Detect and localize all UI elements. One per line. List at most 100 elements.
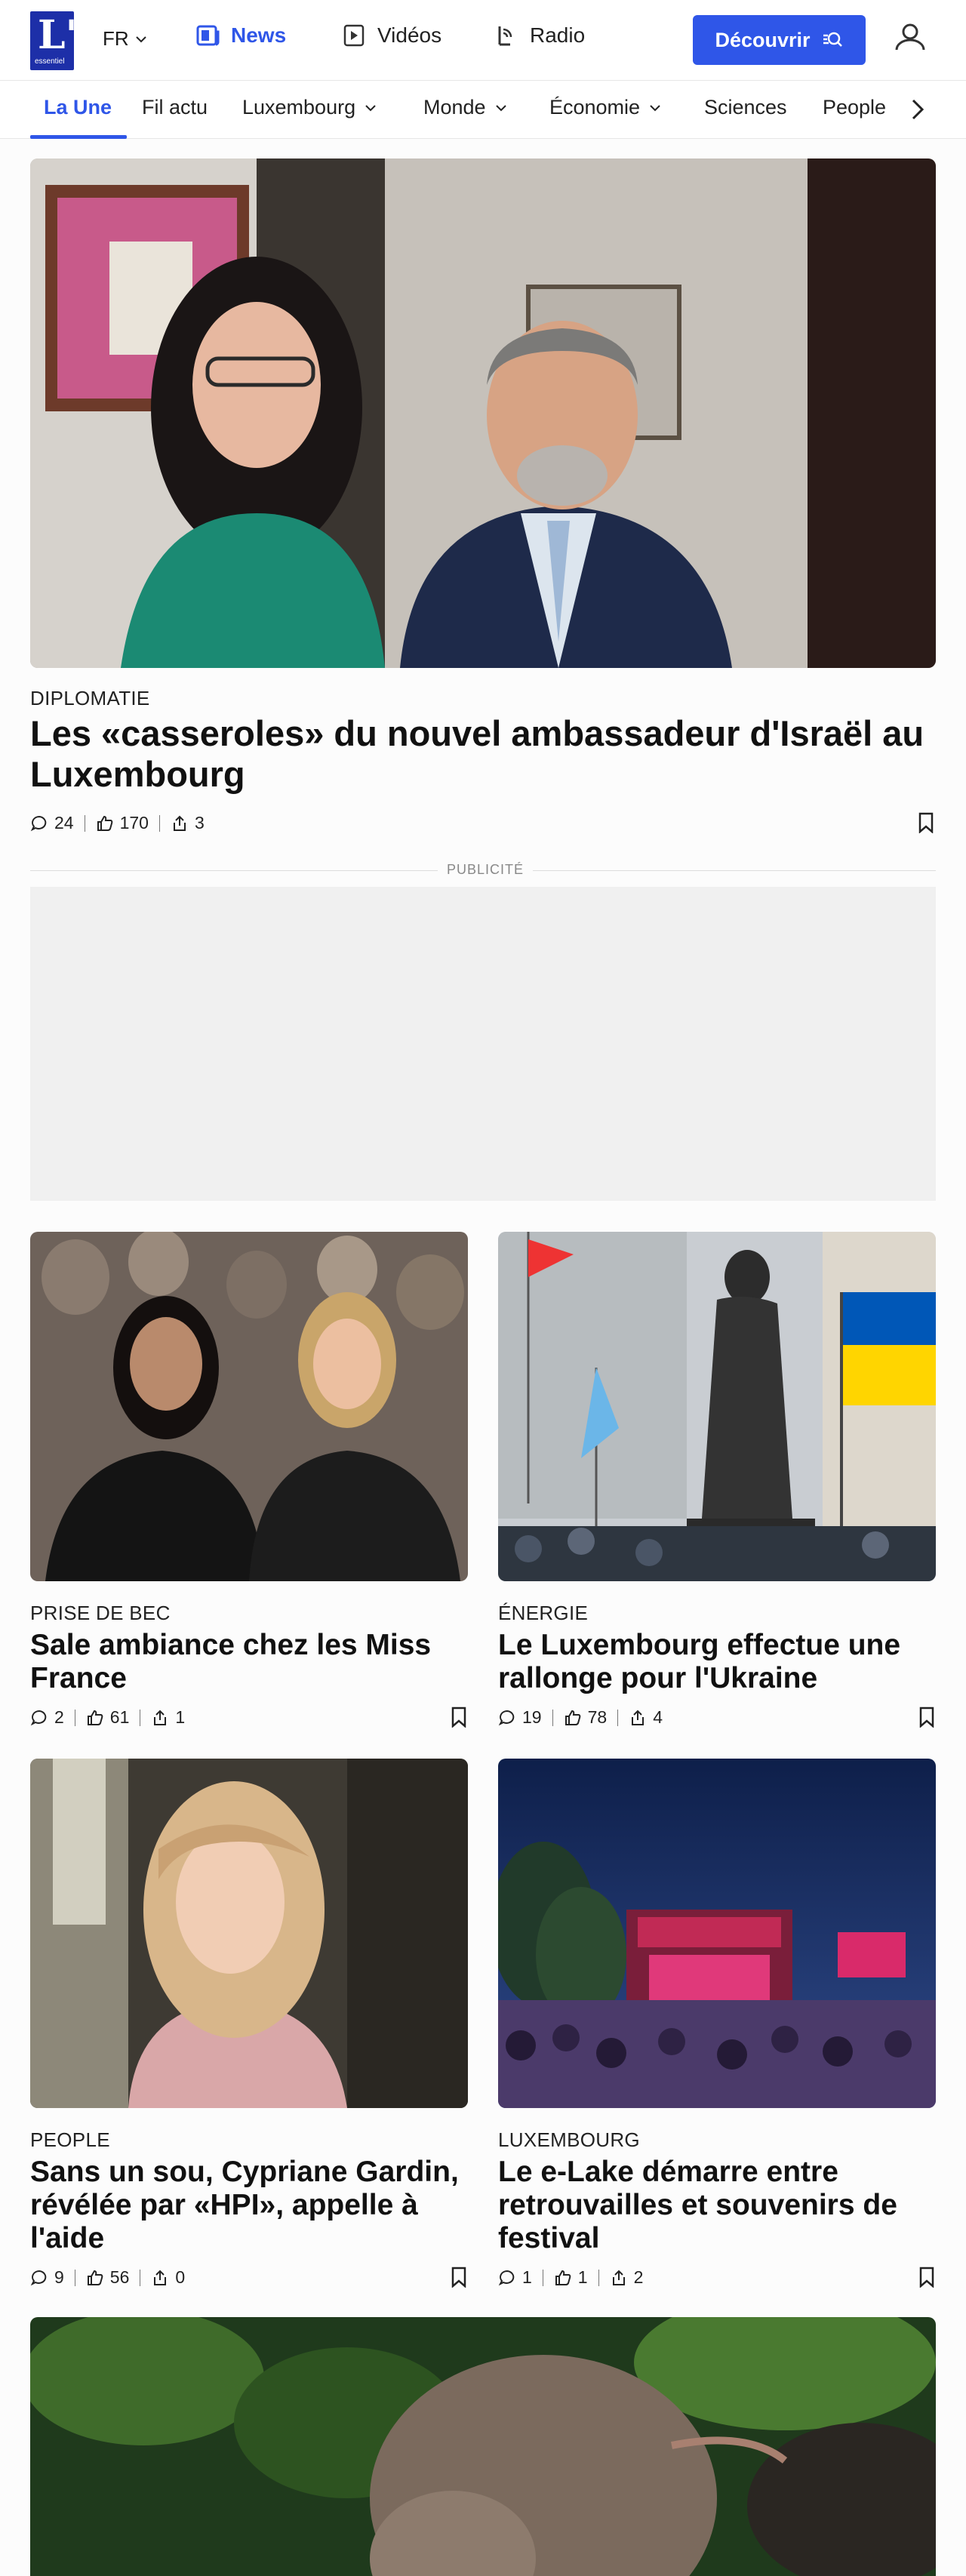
language-selector[interactable]: FR: [103, 27, 149, 51]
bookmark-icon[interactable]: [918, 812, 934, 833]
article-stats: 2 61 1: [30, 1707, 185, 1728]
likes-value: 1: [577, 2267, 588, 2287]
share-icon: [154, 1710, 167, 1725]
shares-count[interactable]: 2: [610, 2267, 644, 2288]
chevron-down-icon: [650, 104, 660, 111]
discover-label: Découvrir: [715, 28, 811, 51]
stats-separator: [598, 2269, 599, 2286]
chevron-right-icon[interactable]: [906, 96, 928, 123]
stats-separator: [158, 814, 160, 832]
comment-icon: [498, 2270, 515, 2285]
article-image[interactable]: [30, 2317, 936, 2576]
bookmark-icon[interactable]: [918, 1707, 935, 1728]
nav-news[interactable]: News: [195, 23, 286, 48]
shares-value: 4: [653, 1707, 663, 1727]
comments-value: 9: [54, 2267, 64, 2287]
chevron-down-icon: [365, 104, 376, 111]
chevron-down-icon: [495, 104, 506, 111]
active-tab-indicator: [30, 135, 127, 139]
stats-separator: [552, 1709, 553, 1726]
user-icon[interactable]: [892, 20, 928, 56]
tab-label: Économie: [549, 96, 641, 118]
comments-value: 19: [522, 1707, 542, 1727]
shares-value: 3: [194, 813, 205, 833]
discover-button[interactable]: Découvrir: [693, 15, 866, 65]
likes-count[interactable]: 170: [96, 813, 149, 833]
article-image[interactable]: [498, 1232, 936, 1581]
bookmark-icon[interactable]: [918, 2267, 935, 2288]
language-label: FR: [103, 27, 129, 50]
tab-label: Luxembourg: [242, 96, 356, 118]
logo-letter: L': [38, 12, 78, 58]
tab-economie[interactable]: Économie: [549, 96, 663, 119]
site-logo[interactable]: L' essentiel: [30, 11, 78, 70]
shares-count[interactable]: 0: [151, 2267, 185, 2288]
article-title[interactable]: Le Luxembourg effectue une rallonge pour…: [498, 1629, 928, 1695]
article-photo-illustration: [498, 1232, 936, 1581]
comments-value: 1: [522, 2267, 532, 2287]
article-stats: 19 78 4: [498, 1707, 663, 1728]
tab-people[interactable]: People: [823, 96, 886, 119]
bookmark-icon[interactable]: [451, 2267, 467, 2288]
logo-subtitle: essentiel: [35, 57, 65, 66]
article-rubric: PRISE DE BEC: [30, 1602, 171, 1624]
comment-icon: [30, 1710, 47, 1725]
article-image[interactable]: [30, 1759, 468, 2108]
thumbs-up-icon: [565, 1710, 580, 1725]
nav-radio[interactable]: Radio: [494, 23, 585, 48]
hero-rubric: DIPLOMATIE: [30, 687, 150, 709]
search-icon: [823, 32, 842, 47]
tab-label: Monde: [423, 96, 486, 118]
hero-title[interactable]: Les «casseroles» du nouvel ambassadeur d…: [30, 713, 936, 795]
ad-label: PUBLICITÉ: [438, 862, 534, 878]
ad-slot[interactable]: [30, 887, 936, 1201]
likes-count[interactable]: 56: [86, 2267, 130, 2288]
comment-icon: [30, 2270, 47, 2285]
tab-luxembourg[interactable]: Luxembourg: [242, 96, 378, 119]
nav-videos-label: Vidéos: [377, 23, 442, 47]
hero-photo-illustration: [30, 158, 936, 668]
comments-count[interactable]: 1: [498, 2267, 532, 2288]
article-photo-illustration: [30, 1232, 468, 1581]
nav-videos[interactable]: Vidéos: [341, 23, 441, 48]
tab-monde[interactable]: Monde: [423, 96, 509, 119]
article-image[interactable]: [30, 1232, 468, 1581]
share-icon: [173, 815, 186, 831]
likes-value: 78: [587, 1707, 608, 1727]
article-title[interactable]: Sale ambiance chez les Miss France: [30, 1629, 453, 1695]
article-title[interactable]: Le e-Lake démarre entre retrouvailles et…: [498, 2156, 928, 2255]
tab-sciences[interactable]: Sciences: [704, 96, 787, 119]
tab-label: People: [823, 96, 887, 118]
tab-label: Sciences: [704, 96, 787, 118]
shares-value: 2: [633, 2267, 644, 2287]
shares-count[interactable]: 3: [171, 813, 205, 833]
likes-value: 56: [109, 2267, 130, 2287]
bookmark-icon[interactable]: [451, 1707, 467, 1728]
shares-value: 1: [175, 1707, 186, 1727]
share-icon: [632, 1710, 645, 1725]
play-icon: [343, 24, 365, 47]
likes-count[interactable]: 78: [564, 1707, 608, 1728]
tab-fil-actu[interactable]: Fil actu: [142, 96, 208, 119]
news-icon: [196, 25, 220, 46]
comments-count[interactable]: 2: [30, 1707, 64, 1728]
radio-icon: [498, 26, 512, 46]
thumbs-up-icon: [555, 2270, 571, 2285]
shares-count[interactable]: 4: [629, 1707, 663, 1728]
likes-count[interactable]: 61: [86, 1707, 130, 1728]
category-nav: La Une Fil actu Luxembourg Monde Économi…: [0, 80, 966, 139]
comments-count[interactable]: 19: [498, 1707, 542, 1728]
comments-count[interactable]: 24: [30, 813, 74, 833]
likes-count[interactable]: 1: [554, 2267, 588, 2288]
likes-value: 61: [109, 1707, 130, 1727]
hero-image[interactable]: [30, 158, 936, 668]
article-image[interactable]: [498, 1759, 936, 2108]
thumbs-up-icon: [87, 2270, 103, 2285]
comments-count[interactable]: 9: [30, 2267, 64, 2288]
site-header: L' essentiel FR News Vidéos Radio Découv…: [0, 0, 966, 80]
thumbs-up-icon: [97, 815, 112, 831]
tab-la-une[interactable]: La Une: [44, 96, 112, 119]
article-title[interactable]: Sans un sou, Cypriane Gardin, révélée pa…: [30, 2156, 468, 2255]
article-rubric: ÉNERGIE: [498, 1602, 589, 1624]
shares-count[interactable]: 1: [151, 1707, 185, 1728]
